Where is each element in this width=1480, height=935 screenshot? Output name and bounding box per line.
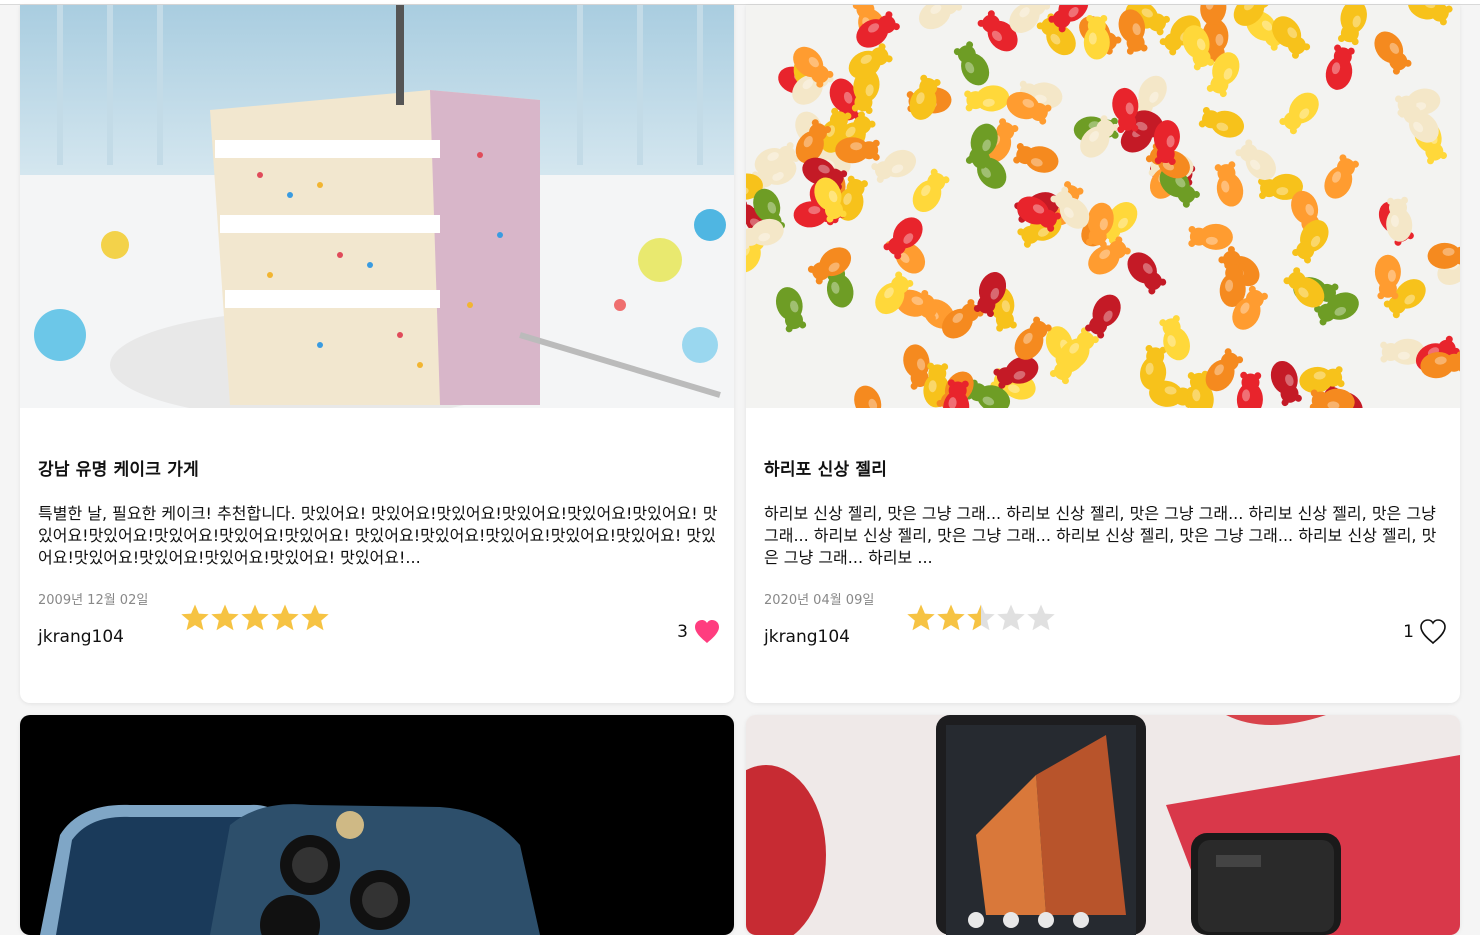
star-empty-icon xyxy=(1026,603,1056,633)
star-filled-icon xyxy=(300,603,330,633)
post-author[interactable]: jkrang104 xyxy=(38,627,124,647)
post-card-galaxy[interactable] xyxy=(746,715,1460,935)
post-card-jelly[interactable]: 하리포 신상 젤리 하리보 신상 젤리, 맛은 그냥 그래... 하리보 신상 … xyxy=(746,5,1460,703)
heart-outline-icon[interactable] xyxy=(1418,617,1448,647)
rating-stars xyxy=(180,603,330,635)
star-filled-icon xyxy=(270,603,300,633)
heart-filled-icon[interactable] xyxy=(692,617,722,647)
post-image-iphone[interactable] xyxy=(20,715,734,935)
like-count: 3 xyxy=(677,622,688,642)
post-date: 2020년 04월 09일 xyxy=(764,589,874,608)
star-filled-icon xyxy=(210,603,240,633)
post-title[interactable]: 강남 유명 케이크 가게 xyxy=(38,455,199,480)
post-card-iphone[interactable] xyxy=(20,715,734,935)
star-filled-icon xyxy=(906,603,936,633)
star-empty-icon xyxy=(996,603,1026,633)
like-count: 1 xyxy=(1403,622,1414,642)
post-date: 2009년 12월 02일 xyxy=(38,589,148,608)
post-author[interactable]: jkrang104 xyxy=(764,627,850,647)
rating-stars xyxy=(906,603,1056,635)
like-control[interactable]: 1 xyxy=(1403,617,1448,647)
star-filled-icon xyxy=(936,603,966,633)
post-title[interactable]: 하리포 신상 젤리 xyxy=(764,455,887,480)
post-image-galaxy[interactable] xyxy=(746,715,1460,935)
post-image-jelly[interactable] xyxy=(746,5,1460,408)
star-filled-icon xyxy=(180,603,210,633)
post-card-cake[interactable]: 강남 유명 케이크 가게 특별한 날, 필요한 케이크! 추천합니다. 맛있어요… xyxy=(20,5,734,703)
star-half-icon xyxy=(966,603,996,633)
post-content: 하리보 신상 젤리, 맛은 그냥 그래... 하리보 신상 젤리, 맛은 그냥 … xyxy=(764,503,1444,569)
post-image-cake[interactable] xyxy=(20,5,734,408)
star-filled-icon xyxy=(240,603,270,633)
like-control[interactable]: 3 xyxy=(677,617,722,647)
post-content: 특별한 날, 필요한 케이크! 추천합니다. 맛있어요! 맛있어요!맛있어요!맛… xyxy=(38,503,718,569)
